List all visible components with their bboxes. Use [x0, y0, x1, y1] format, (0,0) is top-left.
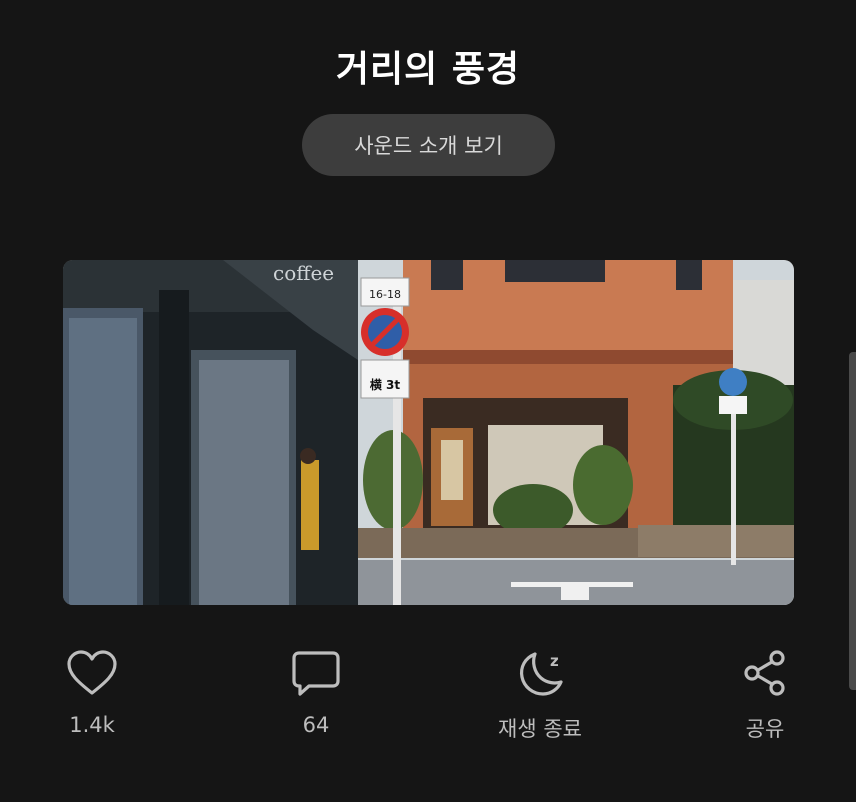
- comment-icon: [288, 645, 344, 701]
- page-title: 거리의 풍경: [335, 49, 521, 90]
- scroll-handle[interactable]: [849, 352, 856, 690]
- street-photo-illustration: 16-18 横 3t coffee: [63, 260, 794, 605]
- comment-button[interactable]: 64: [246, 645, 386, 737]
- sound-intro-button[interactable]: 사운드 소개 보기: [302, 114, 555, 176]
- svg-text:z: z: [550, 652, 559, 670]
- screen: 거리의 풍경 사운드 소개 보기 16-18 横 3t coffee 1.4k …: [0, 0, 856, 802]
- sleep-timer-button[interactable]: z 재생 종료: [470, 645, 610, 743]
- sleep-timer-label: 재생 종료: [498, 717, 582, 741]
- street-photo[interactable]: 16-18 横 3t coffee: [63, 260, 794, 605]
- heart-icon: [64, 645, 120, 701]
- sign-weight: 横 3t: [370, 377, 401, 392]
- moon-icon: z: [512, 645, 568, 701]
- comment-count: 64: [302, 713, 330, 737]
- shop-sign: coffee: [273, 261, 334, 285]
- share-label: 공유: [745, 717, 785, 741]
- share-icon: [737, 645, 793, 701]
- sign-distance: 16-18: [369, 288, 401, 301]
- share-button[interactable]: 공유: [695, 645, 835, 743]
- like-count: 1.4k: [69, 713, 115, 737]
- action-bar: 1.4k 64 z 재생 종료 공유: [0, 645, 856, 755]
- like-button[interactable]: 1.4k: [22, 645, 162, 737]
